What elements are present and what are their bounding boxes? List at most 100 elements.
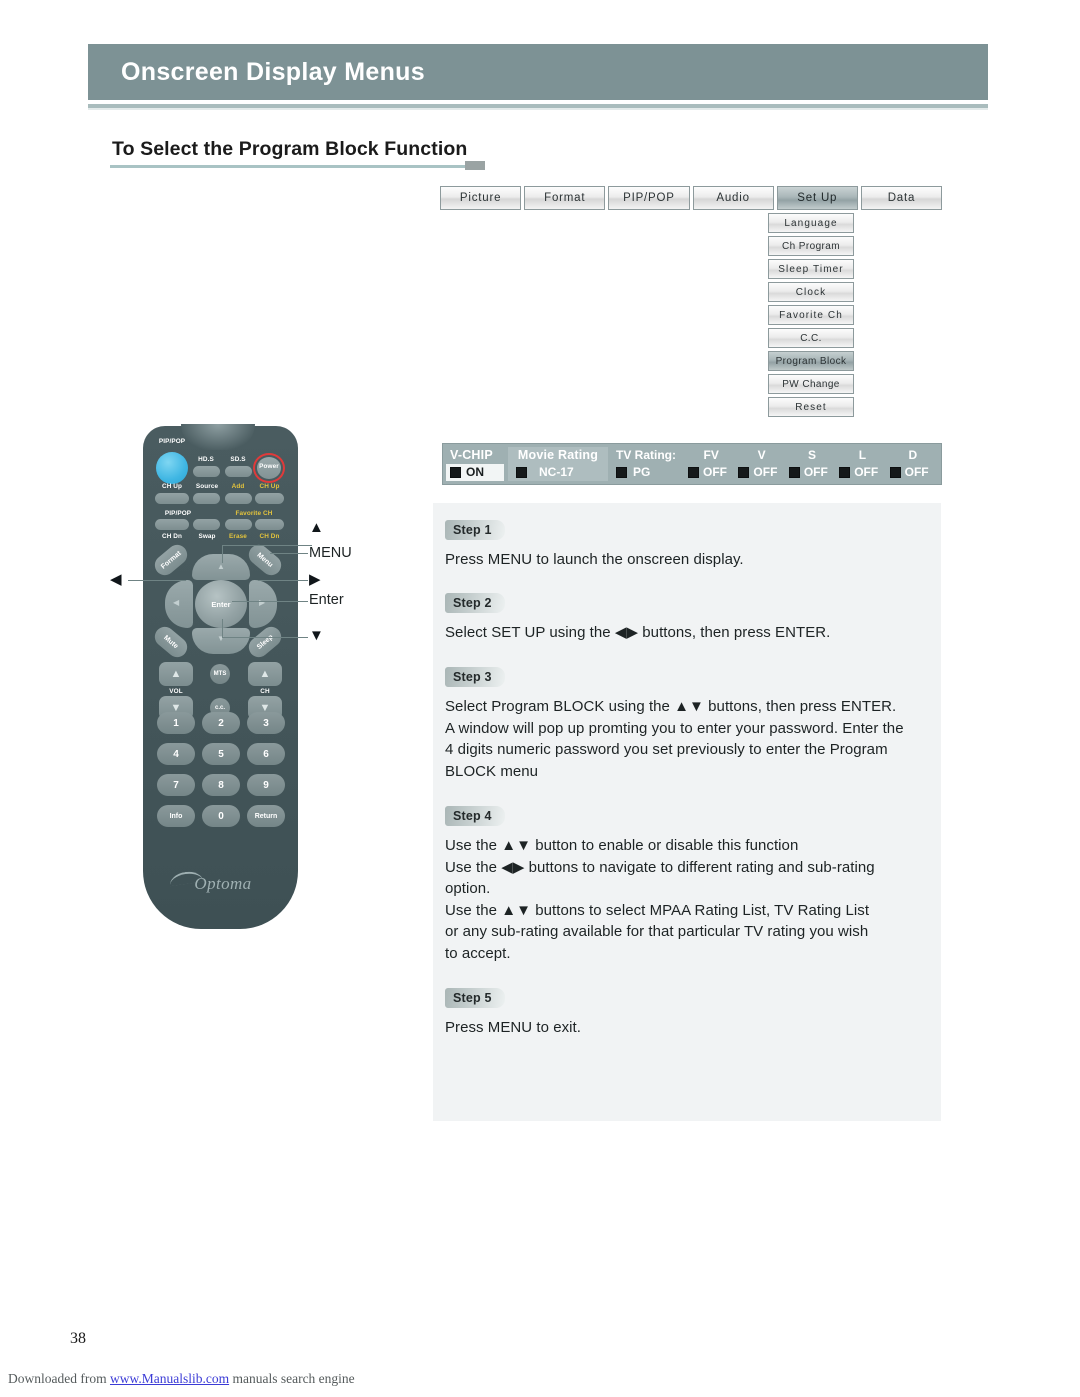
remote-key-1[interactable]: 1	[157, 712, 195, 734]
tv-rating-value: OFF	[703, 465, 727, 479]
remote-key-info[interactable]: Info	[157, 805, 195, 827]
remote-button-ch-up-right[interactable]	[255, 493, 284, 504]
step-4-block: Step 4 Use the ▲▼ button to enable or di…	[433, 782, 941, 964]
triangle-left-icon: ◀	[173, 598, 180, 607]
vchip-panel: V-CHIP ON	[446, 447, 504, 481]
remote-button-mts[interactable]: MTS	[210, 664, 230, 684]
step-3-line-4: BLOCK menu	[445, 762, 539, 780]
remote-label-favorite-ch: Favorite CH	[235, 510, 273, 517]
osd-tab-bar: Picture Format PIP/POP Audio Set Up Data	[440, 186, 943, 210]
osd-submenu-item-clock[interactable]: Clock	[768, 282, 854, 302]
step-3-line-2: A window will pop up promting you to ent…	[445, 719, 904, 737]
tv-rating-col-v: V	[757, 448, 766, 462]
tv-rating-value-v[interactable]: OFF	[736, 464, 786, 481]
osd-submenu-item-pw-change[interactable]: PW Change	[768, 374, 854, 394]
steps-panel: Step 1 Press MENU to launch the onscreen…	[433, 503, 941, 1121]
remote-key-9[interactable]: 9	[247, 774, 285, 796]
remote-button-ch-up[interactable]: ▲	[248, 662, 282, 686]
tv-rating-label: TV Rating:	[616, 448, 676, 462]
remote-button-sds[interactable]	[225, 466, 252, 477]
remote-key-return[interactable]: Return	[247, 805, 285, 827]
remote-label-hds: HD.S	[198, 456, 214, 463]
remote-button-ch-dn-right[interactable]	[255, 519, 284, 530]
checkbox-icon[interactable]	[688, 467, 699, 478]
triangle-up-icon: ▲	[259, 668, 271, 680]
checkbox-icon[interactable]	[450, 467, 461, 478]
osd-tab-set-up[interactable]: Set Up	[776, 186, 858, 210]
remote-button-erase[interactable]	[225, 519, 252, 530]
movie-rating-value: NC-17	[539, 465, 574, 479]
remote-button-hds[interactable]	[193, 466, 220, 477]
remote-key-2[interactable]: 2	[202, 712, 240, 734]
osd-submenu-item-program-block[interactable]: Program Block	[768, 351, 854, 371]
remote-button-enter[interactable]: Enter	[195, 580, 247, 628]
callout-arrow-up-icon: ▲	[309, 519, 324, 536]
remote-key-5[interactable]: 5	[202, 743, 240, 765]
callout-leader-left	[128, 580, 186, 581]
remote-key-3[interactable]: 3	[247, 712, 285, 734]
remote-button-pip-pop[interactable]	[156, 452, 188, 484]
step-2-badge: Step 2	[445, 592, 505, 613]
callout-arrow-down-icon: ▼	[309, 627, 324, 644]
remote-key-6[interactable]: 6	[247, 743, 285, 765]
remote-key-0[interactable]: 0	[202, 805, 240, 827]
osd-submenu-item-favorite-ch[interactable]: Favorite Ch	[768, 305, 854, 325]
callout-leader-down-stem	[222, 619, 223, 637]
osd-submenu-item-language[interactable]: Language	[768, 213, 854, 233]
step-5-badge: Step 5	[445, 988, 505, 1008]
callout-arrow-right-icon: ▶	[309, 571, 321, 588]
osd-submenu-item-cc[interactable]: C.C.	[768, 328, 854, 348]
checkbox-icon[interactable]	[516, 467, 527, 478]
checkbox-icon[interactable]	[788, 467, 800, 478]
step-2-text: Select SET UP using the ◀▶ buttons, then…	[445, 623, 831, 641]
footer-link[interactable]: www.Manualslib.com	[110, 1371, 229, 1386]
osd-submenu-item-ch-program[interactable]: Ch Program	[768, 236, 854, 256]
tv-rating-value-s[interactable]: OFF	[787, 464, 837, 481]
checkbox-icon[interactable]	[616, 467, 627, 478]
checkbox-icon[interactable]	[738, 467, 750, 478]
remote-button-vol-up[interactable]: ▲	[159, 662, 193, 686]
remote-key-7[interactable]: 7	[157, 774, 195, 796]
remote-button-add[interactable]	[225, 493, 252, 504]
tv-rating-value: OFF	[904, 465, 929, 479]
remote-label-ch-dn-right: CH Dn	[259, 533, 280, 540]
movie-rating-label: Movie Rating	[517, 448, 599, 462]
osd-submenu-item-sleep-timer[interactable]: Sleep Timer	[768, 259, 854, 279]
remote-button-ch-dn-left[interactable]	[155, 519, 189, 530]
tv-rating-value-l[interactable]: OFF	[837, 464, 887, 481]
osd-tab-pip-pop[interactable]: PIP/POP	[608, 186, 690, 210]
callout-label-menu: MENU	[309, 545, 352, 561]
tv-rating-value: OFF	[753, 465, 778, 479]
tv-rating-value-pg[interactable]: PG	[612, 464, 686, 481]
remote-button-swap[interactable]	[193, 519, 220, 530]
vchip-value-row[interactable]: ON	[446, 464, 504, 481]
tv-rating-value-d[interactable]: OFF	[888, 464, 938, 481]
remote-key-4[interactable]: 4	[157, 743, 195, 765]
step-3-line-1: Select Program BLOCK using the ▲▼ button…	[445, 698, 897, 715]
remote-button-source[interactable]	[193, 493, 220, 504]
movie-rating-value-row[interactable]: NC-17	[508, 464, 608, 481]
remote-key-8[interactable]: 8	[202, 774, 240, 796]
tv-rating-value-fv[interactable]: OFF	[686, 464, 736, 481]
vchip-label: V-CHIP	[450, 448, 493, 462]
footer-suffix: manuals search engine	[229, 1371, 355, 1386]
osd-tab-format[interactable]: Format	[524, 186, 606, 210]
tv-rating-header-row: TV Rating: FV V S L D	[612, 447, 938, 464]
step-4-badge: Step 4	[445, 806, 505, 826]
osd-tab-data[interactable]: Data	[860, 186, 943, 210]
remote-label-swap: Swap	[198, 533, 216, 540]
osd-tab-audio[interactable]: Audio	[692, 186, 774, 210]
callout-leader-right	[258, 580, 308, 581]
step-4-line-1: Use the ▲▼ button to enable or disable t…	[445, 837, 799, 854]
remote-label-ch-dn-left: CH Dn	[161, 533, 183, 540]
checkbox-icon[interactable]	[839, 467, 851, 478]
osd-submenu-item-reset[interactable]: Reset	[768, 397, 854, 417]
remote-button-ch-up-left[interactable]	[155, 493, 189, 504]
step-1-badge: Step 1	[445, 520, 505, 540]
page-title: Onscreen Display Menus	[121, 57, 425, 86]
step-4-line-3: option.	[445, 880, 491, 897]
step-5-text: Press MENU to exit.	[445, 1019, 581, 1036]
osd-tab-picture[interactable]: Picture	[440, 186, 522, 210]
remote-label-source: Source	[195, 483, 219, 490]
checkbox-icon[interactable]	[889, 467, 901, 478]
